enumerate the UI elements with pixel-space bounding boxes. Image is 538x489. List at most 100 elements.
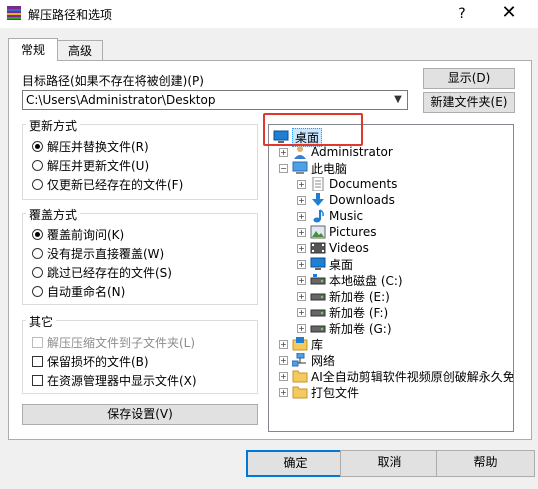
expand-icon[interactable]: + <box>297 323 306 333</box>
tree-node-drive-f[interactable]: + 新加卷 (F:) <box>297 304 388 320</box>
expand-icon[interactable]: + <box>297 211 306 221</box>
radio-label: 自动重命名(N) <box>47 285 126 299</box>
update-mode-title: 更新方式 <box>26 117 81 134</box>
radio-button[interactable] <box>32 229 43 240</box>
radio-button[interactable] <box>32 160 43 171</box>
tree-node-label[interactable]: 库 <box>311 336 323 353</box>
tree-node-music[interactable]: + Music <box>297 208 363 224</box>
drive-icon <box>310 274 326 285</box>
target-path-value[interactable]: C:\Users\Administrator\Desktop <box>26 93 215 107</box>
tree-node-label[interactable]: 新加卷 (G:) <box>329 320 392 337</box>
expand-icon[interactable]: + <box>279 387 288 397</box>
radio-update-files[interactable]: 解压并更新文件(U) <box>32 157 149 174</box>
tree-node-label[interactable]: AI全自动剪辑软件视频原创破解永久免 <box>311 368 513 385</box>
misc-title: 其它 <box>26 313 57 330</box>
tree-node-desktop[interactable]: + 桌面 <box>297 256 353 272</box>
tree-node-libraries[interactable]: + 库 <box>279 336 323 352</box>
radio-label: 覆盖前询问(K) <box>47 228 125 242</box>
checkbox[interactable] <box>32 337 43 348</box>
expand-icon[interactable]: + <box>297 275 306 285</box>
checkbox-extract-to-subfolder[interactable]: 解压压缩文件到子文件夹(L) <box>32 334 195 351</box>
tree-node-label[interactable]: 新加卷 (F:) <box>329 304 388 321</box>
drive-icon <box>310 309 326 317</box>
radio-replace-files[interactable]: 解压并替换文件(R) <box>32 138 149 155</box>
tree-node-label[interactable]: Downloads <box>329 193 395 207</box>
folder-tree[interactable]: 桌面 + Administrator − 此电脑 + Documents + D… <box>268 124 514 432</box>
save-settings-button[interactable]: 保存设置(V) <box>22 404 258 425</box>
expand-icon[interactable]: + <box>297 179 306 189</box>
network-icon <box>292 353 306 367</box>
radio-button[interactable] <box>32 179 43 190</box>
expand-icon[interactable]: + <box>279 147 288 157</box>
checkbox-label: 解压压缩文件到子文件夹(L) <box>47 336 196 350</box>
tree-node-pictures[interactable]: + Pictures <box>297 224 377 240</box>
tree-node-label[interactable]: 本地磁盘 (C:) <box>329 272 403 289</box>
chevron-down-icon[interactable]: ▼ <box>389 91 407 109</box>
radio-button[interactable] <box>32 248 43 259</box>
target-path-label: 目标路径(如果不存在将被创建)(P) <box>22 74 204 88</box>
tree-node-this-pc[interactable]: − 此电脑 <box>279 160 347 176</box>
tree-node-packed-files[interactable]: + 打包文件 <box>279 384 359 400</box>
expand-icon[interactable]: + <box>279 371 288 381</box>
show-button[interactable]: 显示(D) <box>423 68 515 89</box>
documents-icon <box>312 177 324 191</box>
overwrite-mode-title: 覆盖方式 <box>26 206 81 223</box>
expand-icon[interactable]: + <box>279 355 288 365</box>
expand-icon[interactable]: + <box>279 339 288 349</box>
radio-button[interactable] <box>32 267 43 278</box>
expand-icon[interactable]: + <box>297 227 306 237</box>
target-path-combobox[interactable]: C:\Users\Administrator\Desktop ▼ <box>22 90 408 110</box>
checkbox-keep-broken-files[interactable]: 保留损坏的文件(B) <box>32 353 149 370</box>
radio-overwrite-without-prompt[interactable]: 没有提示直接覆盖(W) <box>32 245 164 262</box>
radio-skip-existing[interactable]: 跳过已经存在的文件(S) <box>32 264 172 281</box>
tree-node-administrator[interactable]: + Administrator <box>279 144 393 160</box>
drive-icon <box>310 325 326 333</box>
tree-node-ai-folder[interactable]: + AI全自动剪辑软件视频原创破解永久免 <box>279 368 513 385</box>
computer-icon <box>292 161 308 174</box>
expand-icon[interactable]: + <box>297 259 306 269</box>
cancel-button[interactable]: 取消 <box>340 450 439 477</box>
radio-label: 没有提示直接覆盖(W) <box>47 247 165 261</box>
radio-button[interactable] <box>32 286 43 297</box>
checkbox-label: 在资源管理器中显示文件(X) <box>47 374 197 388</box>
tree-node-network[interactable]: + 网络 <box>279 352 335 368</box>
music-icon <box>313 209 324 223</box>
tree-node-label[interactable]: Videos <box>329 241 369 255</box>
radio-ask-before-overwrite[interactable]: 覆盖前询问(K) <box>32 226 124 243</box>
tree-node-label[interactable]: 桌面 <box>329 256 353 273</box>
tree-node-documents[interactable]: + Documents <box>297 176 397 192</box>
tree-node-label[interactable]: 新加卷 (E:) <box>329 288 390 305</box>
new-folder-button[interactable]: 新建文件夹(E) <box>423 92 515 113</box>
radio-auto-rename[interactable]: 自动重命名(N) <box>32 283 125 300</box>
tree-node-label[interactable]: Pictures <box>329 225 377 239</box>
radio-label: 仅更新已经存在的文件(F) <box>47 178 184 192</box>
folder-icon <box>292 386 308 399</box>
tree-node-label[interactable]: 打包文件 <box>311 384 359 401</box>
drive-icon <box>310 293 326 301</box>
tree-node-videos[interactable]: + Videos <box>297 240 369 256</box>
checkbox[interactable] <box>32 356 43 367</box>
radio-label: 跳过已经存在的文件(S) <box>47 266 172 280</box>
expand-icon[interactable]: + <box>297 291 306 301</box>
tree-node-label[interactable]: 网络 <box>311 352 335 369</box>
tree-node-label[interactable]: Documents <box>329 177 397 191</box>
expand-icon[interactable]: + <box>297 307 306 317</box>
radio-fresh-existing[interactable]: 仅更新已经存在的文件(F) <box>32 176 183 193</box>
tree-node-drive-g[interactable]: + 新加卷 (G:) <box>297 320 392 336</box>
tree-node-drive-e[interactable]: + 新加卷 (E:) <box>297 288 390 304</box>
tree-node-label[interactable]: Music <box>329 209 363 223</box>
collapse-icon[interactable]: − <box>279 163 288 173</box>
tree-node-label[interactable]: Administrator <box>311 145 393 159</box>
tree-node-drive-c[interactable]: + 本地磁盘 (C:) <box>297 272 403 288</box>
tree-node-label[interactable]: 此电脑 <box>311 160 347 177</box>
expand-icon[interactable]: + <box>297 195 306 205</box>
help-button[interactable]: 帮助 <box>436 450 535 477</box>
expand-icon[interactable]: + <box>297 243 306 253</box>
user-icon <box>294 146 306 159</box>
folder-icon <box>292 370 308 383</box>
checkbox-show-in-explorer[interactable]: 在资源管理器中显示文件(X) <box>32 372 197 389</box>
tree-node-downloads[interactable]: + Downloads <box>297 192 395 208</box>
radio-button[interactable] <box>32 141 43 152</box>
checkbox[interactable] <box>32 375 43 386</box>
ok-button[interactable]: 确定 <box>246 450 345 477</box>
